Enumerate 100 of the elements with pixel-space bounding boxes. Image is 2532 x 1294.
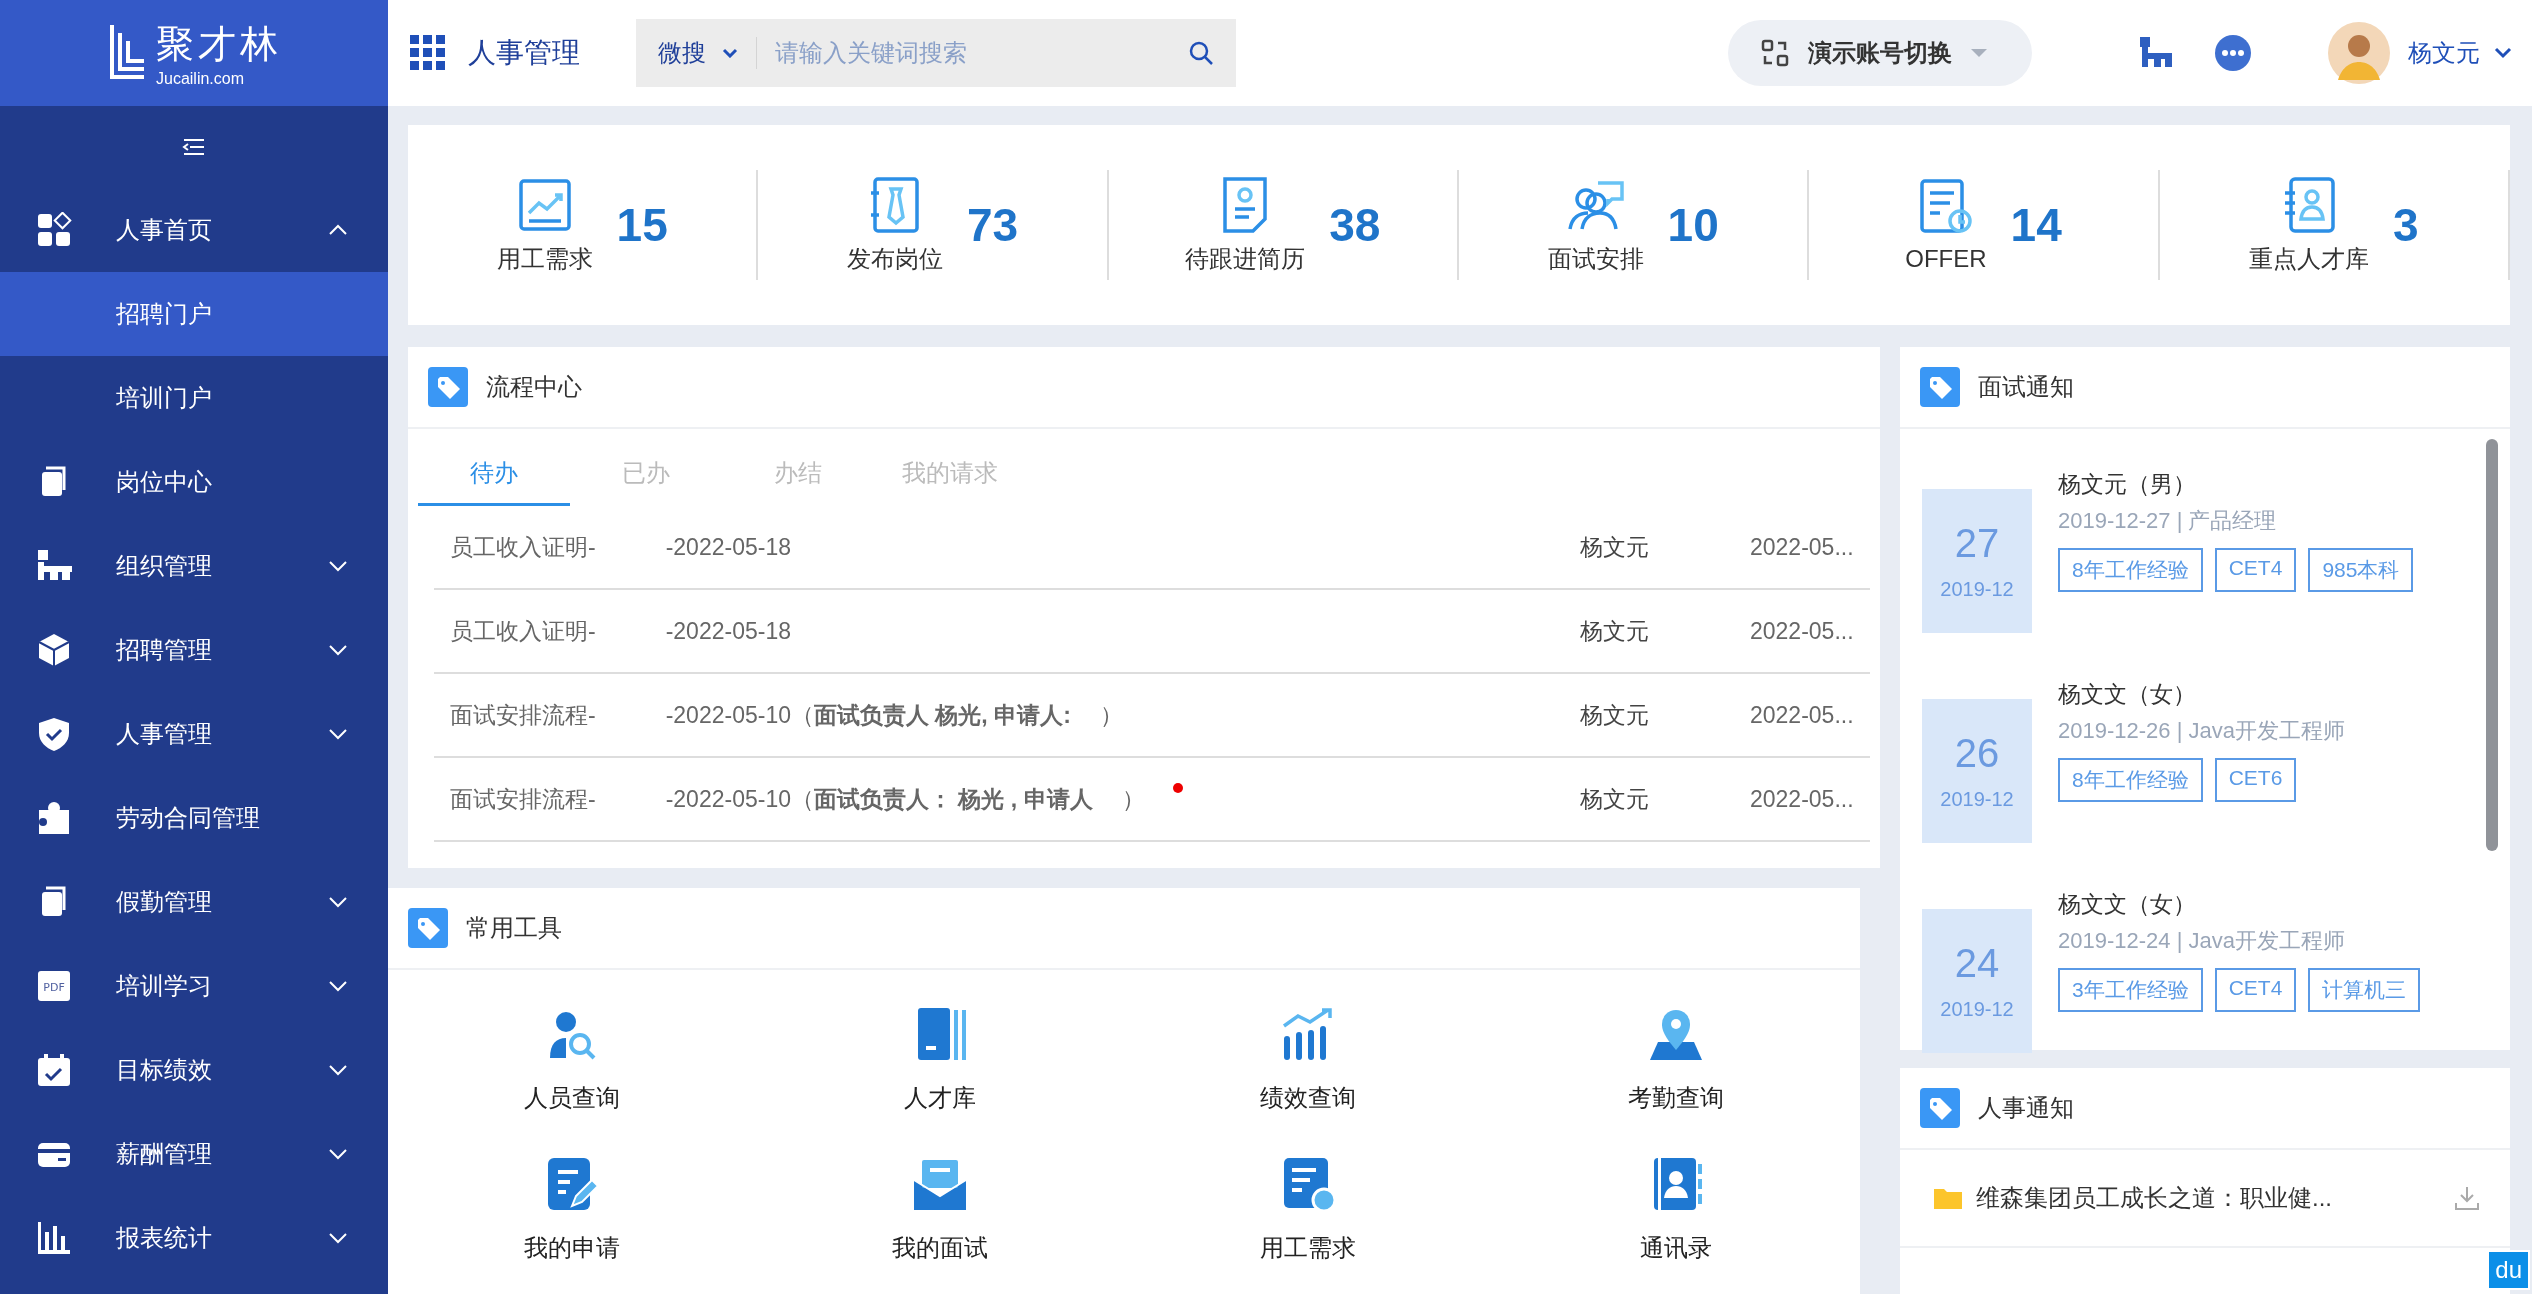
tag: CET4: [2214, 968, 2297, 1012]
tag-icon: [408, 908, 448, 948]
module-title: 人事管理: [468, 36, 580, 70]
card-title: 常用工具: [466, 913, 562, 943]
sidebar-item[interactable]: 招聘管理: [0, 608, 388, 692]
stat-value: 73: [966, 198, 1019, 252]
menu-item-icon: [36, 716, 72, 752]
collapse-menu-icon[interactable]: [182, 138, 206, 156]
sidebar-item[interactable]: 劳动合同管理: [0, 776, 388, 860]
sidebar-item-label: 培训学习: [116, 971, 213, 1001]
sidebar-item[interactable]: PDF 培训学习: [0, 944, 388, 1028]
sidebar-item-label: 人事首页: [116, 215, 213, 245]
search-field[interactable]: 微搜 请输入关键词搜索: [636, 19, 1236, 87]
tag-icon: [428, 367, 468, 407]
tool-label[interactable]: 我的申请: [524, 1232, 620, 1264]
tag: 8年工作经验: [2058, 548, 2203, 592]
search-scope-dropdown[interactable]: 微搜: [658, 37, 757, 69]
sidebar-item-label: 薪酬管理: [116, 1139, 213, 1169]
menu-item-icon: [36, 212, 72, 248]
date-badge: 27 2019-12: [1922, 489, 2032, 633]
tag: 计算机三: [2308, 968, 2421, 1012]
stat-value: 10: [1667, 198, 1719, 252]
tool-label[interactable]: 绩效查询: [1260, 1082, 1356, 1114]
interview-detail: 2019-12-24 | Java开发工程师: [2058, 927, 2346, 955]
menu-item-icon: [36, 1220, 72, 1256]
avatar-icon[interactable]: [2328, 22, 2390, 84]
process-title[interactable]: 面试安排流程- -2022-05-10（面试负责人： 杨光 , 申请人 ）: [434, 783, 1145, 815]
tool-label[interactable]: 人才库: [904, 1082, 976, 1114]
stat-label: 发布岗位: [846, 244, 943, 274]
caret-icon[interactable]: [2494, 47, 2512, 59]
sidebar-item-label: 目标绩效: [116, 1055, 213, 1085]
sidebar-item-label: 招聘管理: [116, 635, 213, 665]
tag-icon: [1920, 1088, 1960, 1128]
tag-icon: [1920, 367, 1960, 407]
candidate-name: 杨文文（女）: [2058, 890, 2197, 919]
candidate-name: 杨文元（男）: [2058, 470, 2197, 499]
tag: 3年工作经验: [2058, 968, 2203, 1012]
tool-label[interactable]: 通讯录: [1640, 1232, 1712, 1264]
process-date: 2022-05...: [1750, 785, 1855, 813]
switch-icon: [1760, 38, 1790, 68]
sidebar-subitem[interactable]: 招聘门户: [0, 272, 388, 356]
process-date: 2022-05...: [1750, 701, 1855, 729]
scrollbar[interactable]: [2486, 439, 2498, 851]
applicant-name: 杨文元: [1580, 532, 1650, 562]
download-icon[interactable]: [2454, 1185, 2480, 1211]
tag: 985本科: [2308, 548, 2414, 592]
interview-detail: 2019-12-27 | 产品经理: [2058, 507, 2278, 535]
sidebar-item[interactable]: 岗位中心: [0, 440, 388, 524]
caret-icon: [1970, 48, 1988, 58]
sidebar-item[interactable]: 假勤管理: [0, 860, 388, 944]
sidebar-item-label: 岗位中心: [116, 467, 213, 497]
sidebar-item[interactable]: 人事管理: [0, 692, 388, 776]
sidebar-item[interactable]: 薪酬管理: [0, 1112, 388, 1196]
card-title: 人事通知: [1978, 1093, 2074, 1123]
process-date: 2022-05...: [1750, 617, 1855, 645]
sidebar-item[interactable]: 组织管理: [0, 524, 388, 608]
applicant-name: 杨文元: [1580, 700, 1650, 730]
candidate-name: 杨文文（女）: [2058, 680, 2197, 709]
tool-label[interactable]: 人员查询: [524, 1082, 620, 1114]
tool-label[interactable]: 我的面试: [892, 1232, 988, 1264]
tag: 8年工作经验: [2058, 758, 2203, 802]
sidebar-item-label: 人事管理: [116, 719, 213, 749]
card-title: 面试通知: [1978, 372, 2074, 402]
process-title[interactable]: 面试安排流程- -2022-05-10（面试负责人 杨光, 申请人: ）: [434, 699, 1124, 731]
sidebar-subitem[interactable]: 培训门户: [0, 356, 388, 440]
process-date: 2022-05...: [1750, 533, 1855, 561]
folder-icon: [1934, 1187, 1962, 1209]
tag: CET4: [2214, 548, 2297, 592]
menu-item-icon: [36, 1052, 72, 1088]
tool-label[interactable]: 考勤查询: [1628, 1082, 1724, 1114]
menu-item-icon: PDF: [36, 968, 72, 1004]
applicant-name: 杨文元: [1580, 784, 1650, 814]
stat-value: 38: [1329, 198, 1381, 252]
notice-title[interactable]: 维森集团员工成长之道：职业健...: [1976, 1182, 2440, 1214]
tool-label[interactable]: 用工需求: [1260, 1232, 1356, 1264]
stat-label: 待跟进简历: [1185, 244, 1306, 274]
date-badge: 24 2019-12: [1922, 909, 2032, 1053]
sidebar-item-label: 报表统计: [116, 1223, 213, 1253]
date-badge: 26 2019-12: [1922, 699, 2032, 843]
caret-icon: [722, 48, 738, 58]
sidebar-item[interactable]: 目标绩效: [0, 1028, 388, 1112]
apps-grid-icon[interactable]: [410, 35, 446, 71]
brand-name: 聚才林: [156, 21, 282, 67]
process-title[interactable]: 员工收入证明- -2022-05-18: [434, 615, 791, 647]
more-icon[interactable]: [2214, 34, 2252, 72]
tag: CET6: [2214, 758, 2297, 802]
account-switch-button[interactable]: 演示账号切换: [1728, 20, 2032, 86]
user-name[interactable]: 杨文元: [2408, 37, 2480, 69]
sidebar-item-label: 假勤管理: [116, 887, 213, 917]
sidebar-item[interactable]: 报表统计: [0, 1196, 388, 1280]
brand-domain: Jucailin.com: [156, 69, 246, 88]
stat-value: 14: [2010, 198, 2062, 252]
process-title[interactable]: 员工收入证明- -2022-05-18: [434, 531, 791, 563]
stat-label: 用工需求: [496, 244, 593, 274]
menu-item-icon: [36, 632, 72, 668]
stat-label: 面试安排: [1547, 244, 1644, 274]
card-title: 流程中心: [486, 372, 582, 402]
sidebar-item[interactable]: 人事首页: [0, 188, 388, 272]
applicant-name: 杨文元: [1580, 616, 1650, 646]
search-icon[interactable]: [1188, 40, 1214, 66]
